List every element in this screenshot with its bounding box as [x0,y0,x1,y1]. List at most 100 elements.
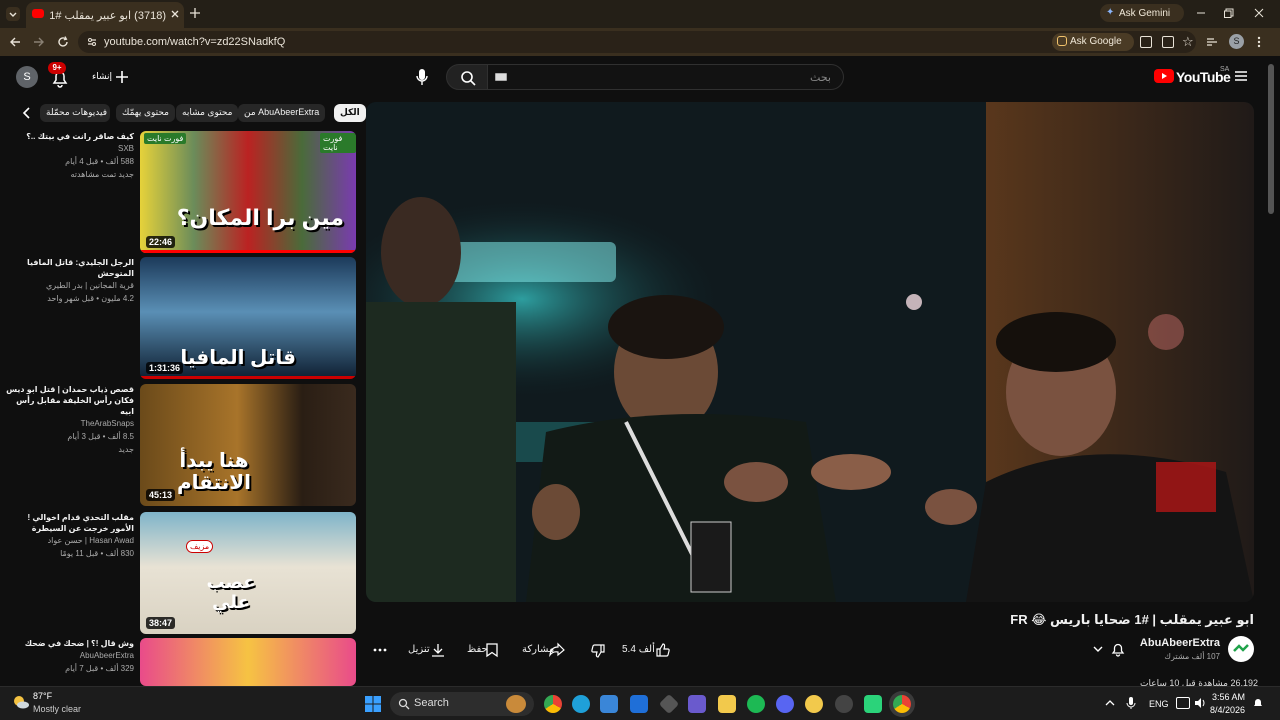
channel-name[interactable]: AbuAbeerExtra [1140,637,1220,649]
restore-button[interactable] [1222,6,1236,20]
recommendation-channel[interactable]: Hasan Awad | حسن عواد [4,534,134,547]
video-title: ابو عبير يمقلب | #1 ضحايا باريس 😂 FR [1010,612,1254,627]
chrome-taskbar-icon[interactable] [544,695,562,713]
subscriber-count: 107 ألف مشترك [1164,652,1220,661]
youtube-logo-icon[interactable] [1154,69,1174,83]
chrome-menu-icon[interactable] [1256,35,1262,49]
clock-app-taskbar-icon[interactable] [835,695,853,713]
android-studio-taskbar-icon[interactable] [864,695,882,713]
video-thumbnail[interactable]: هنا يبدأ الانتقام 45:13 [140,384,356,506]
thumbnail-caption: مين برا المكان؟ [176,205,344,230]
video-thumbnail[interactable] [140,638,356,686]
new-badge: جديد [118,445,134,454]
chip-from-channel[interactable]: من AbuAbeerExtra [238,104,326,122]
chevron-down-icon[interactable] [1092,643,1104,655]
forward-arrow-icon[interactable] [32,35,46,49]
recommendation-item[interactable]: فورت نايت فورت نايت مين برا المكان؟ 22:4… [0,131,360,253]
guide-menu-icon[interactable] [1234,69,1248,83]
minimize-button[interactable] [1194,6,1208,20]
recommendation-channel[interactable]: TheArabSnaps [4,417,134,430]
recommendation-item[interactable]: هنا يبدأ الانتقام 45:13 قصص ذياب حمدان |… [0,384,360,506]
weather-temperature[interactable]: 87°F [33,691,52,701]
tray-overflow-chevron-icon[interactable] [1104,697,1116,709]
clock-time[interactable]: 3:56 AM [1212,692,1245,702]
spotify-taskbar-icon[interactable] [747,695,765,713]
search-button[interactable] [446,64,488,90]
store-taskbar-icon[interactable] [600,695,618,713]
weather-description[interactable]: Mostly clear [33,704,81,714]
recommendation-item[interactable]: وش قال !؟ | ضحك في ضحك AbuAbeerExtra 329… [0,638,360,686]
recommendation-item[interactable]: مزيف عصب علي 38:47 مقلب التحدي قدام اخوا… [0,512,360,634]
site-info-icon[interactable] [86,36,98,48]
address-bar[interactable]: youtube.com/watch?v=zd22SNadkfQ Ask Goog… [78,31,1196,53]
new-tab-button[interactable] [188,6,202,20]
profile-avatar[interactable]: S [1229,34,1244,49]
notification-center-icon[interactable] [1252,697,1264,709]
translate-icon[interactable] [1140,36,1152,48]
video-thumbnail[interactable]: فورت نايت فورت نايت مين برا المكان؟ 22:4… [140,131,356,253]
network-tray-icon[interactable] [1176,697,1190,709]
chip-all[interactable]: الكل [334,104,366,122]
chip-downloaded[interactable]: فيديوهات محمّلة [40,104,110,122]
recommendation-title[interactable]: الرجل الجليدي: قاتل المافيا المتوحش [4,257,134,279]
voice-search-microphone-icon[interactable] [414,66,430,88]
messenger-taskbar-icon[interactable] [805,695,823,713]
chips-scroll-left-icon[interactable] [20,106,34,120]
search-input[interactable]: بحث [488,64,844,90]
recommendation-title[interactable]: قصص ذياب حمدان | قتل ابو ديس فكان رأس ال… [4,384,134,417]
recommendation-channel[interactable]: SXB [4,142,134,155]
install-app-icon[interactable] [1162,36,1174,48]
windows-start-icon[interactable] [364,695,382,713]
teams-taskbar-icon[interactable] [688,695,706,713]
create-button[interactable]: إنشاء [92,66,136,88]
page-scrollbar[interactable] [1268,64,1274,214]
discord-taskbar-icon[interactable] [776,695,794,713]
video-thumbnail[interactable]: قاتل المافيا 1:31:36 [140,257,356,379]
taskbar-search-box[interactable]: Search [390,692,534,716]
notification-bell-icon[interactable] [1110,641,1126,657]
recommendation-title[interactable]: مقلب التحدي قدام اخوالي ! الأمور خرجت عن… [4,512,134,534]
cube-app-taskbar-icon[interactable] [658,693,680,715]
chip-related[interactable]: محتوى مشابه [176,104,239,122]
lens-icon [1057,36,1067,46]
file-explorer-taskbar-icon[interactable] [718,695,736,713]
weather-icon[interactable] [12,693,30,711]
recommendation-item[interactable]: قاتل المافيا 1:31:36 الرجل الجليدي: قاتل… [0,257,360,379]
tab-search-button[interactable] [6,7,20,21]
more-actions-button[interactable] [372,640,388,662]
recommendation-views: 8.5 ألف [107,432,134,441]
volume-tray-icon[interactable] [1194,697,1206,709]
edge-taskbar-icon[interactable] [572,695,590,713]
thumbs-up-icon [656,643,670,657]
bookmark-star-icon[interactable]: ☆ [1182,34,1194,50]
recommendation-title[interactable]: وش قال !؟ | ضحك في ضحك [4,638,134,649]
close-tab-icon[interactable] [168,7,182,21]
recommendation-text: مقلب التحدي قدام اخوالي ! الأمور خرجت عن… [4,512,134,560]
recommendation-title[interactable]: كيف صاقر رانت في بيتك ..؟ [4,131,134,142]
active-tab[interactable]: (3718) ابو عبير يمقلب #1 | ضحايا باريس [26,2,184,28]
dislike-button[interactable] [590,640,608,662]
video-player[interactable] [366,102,1254,602]
extensions-icon[interactable] [1206,36,1218,48]
mail-taskbar-icon[interactable] [630,695,648,713]
chip-for-you[interactable]: محتوى يهمّك [116,104,175,122]
account-avatar[interactable]: S [16,66,38,88]
ask-google-button[interactable]: Ask Google [1052,33,1134,51]
reload-icon[interactable] [56,35,70,49]
recommendation-channel[interactable]: قرية المجانين | بدر الطيري [4,279,134,292]
back-arrow-icon[interactable] [8,35,22,49]
watched-label: تمت مشاهدته [70,170,117,179]
active-chrome-taskbar-icon[interactable] [893,695,911,713]
close-window-button[interactable] [1252,6,1266,20]
ask-gemini-button[interactable]: ✦ Ask Gemini [1100,4,1184,22]
input-language[interactable]: ENG [1149,699,1169,709]
video-thumbnail[interactable]: مزيف عصب علي 38:47 [140,512,356,634]
clock-date[interactable]: 8/4/2026 [1210,705,1245,715]
channel-avatar[interactable] [1228,636,1254,662]
keyboard-icon[interactable] [495,73,507,81]
notification-count-badge: 9+ [48,62,66,74]
recommendation-channel[interactable]: AbuAbeerExtra [4,649,134,662]
thumbnail-tag: فورت نايت [320,133,356,153]
recommendation-views: 588 ألف [105,157,134,166]
microphone-tray-icon[interactable] [1126,696,1136,710]
